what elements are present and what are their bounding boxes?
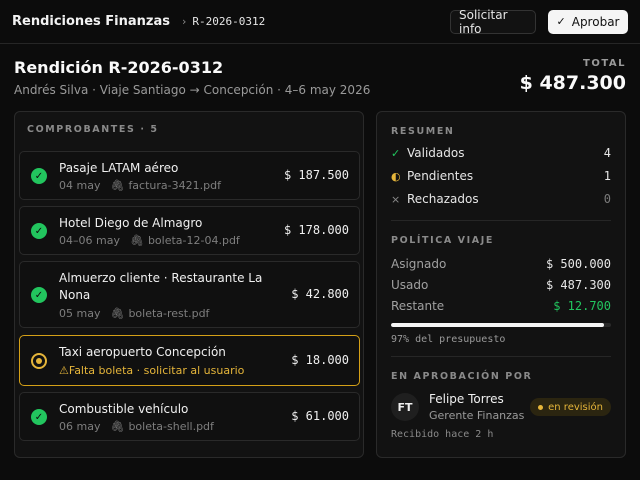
summary-pending-row: ◐ Pendientes 1 [391,169,611,183]
receipt-item[interactable]: ✓ Almuerzo cliente · Restaurante La Nona… [19,261,360,328]
approval-section-label: EN APROBACIÓN POR [391,371,533,382]
receipt-date: 04 may [59,179,101,192]
breadcrumb-report-id[interactable]: R-2026-0312 [192,15,265,28]
check-icon: ✓ [391,146,401,160]
divider [391,356,611,357]
receipt-amount: $ 61.000 [291,409,349,423]
policy-section-label: POLÍTICA VIAJE [391,235,494,246]
pending-circle-icon [31,353,47,369]
app-title: Rendiciones Finanzas [12,14,170,29]
approve-button-label: Aprobar [571,14,620,29]
approver: FT Felipe Torres Gerente Finanzas en rev… [391,392,611,422]
budget-progress-bar [391,323,611,327]
receipt-warning: ⚠Falta boleta · solicitar al usuario [59,364,244,377]
approver-role: Gerente Finanzas [429,409,525,422]
warning-triangle-icon: ⚠ [59,364,69,377]
approve-button[interactable]: ✓ Aprobar [548,9,628,34]
remaining-label: Restante [391,299,445,313]
check-icon: ✓ [556,15,566,28]
top-bar: Rendiciones Finanzas › R-2026-0312 Solic… [0,0,640,44]
summary-section-label: RESUMEN [391,126,455,137]
receipt-meta: 06 may 🖇 boleta-shell.pdf [59,420,214,433]
report-subtitle: Andrés Silva · Viaje Santiago → Concepci… [14,83,371,97]
receipt-item[interactable]: ✓ Combustible vehículo 06 may 🖇 boleta-she… [19,392,360,441]
check-circle-icon: ✓ [31,168,47,184]
status-badge-label: en revisión [548,401,603,413]
used-label: Usado [391,278,429,292]
receipts-panel: COMPROBANTES · 5 ✓ Pasaje LATAM aéreo 04… [14,111,364,458]
half-circle-icon: ◐ [391,169,401,183]
receipt-name: Taxi aeropuerto Concepción [59,345,226,359]
receipt-name: Combustible vehículo [59,402,189,416]
check-circle-icon: ✓ [31,409,47,425]
assigned-value: $ 500.000 [545,257,611,271]
status-dot-icon [538,404,544,410]
budget-caption: 97% del presupuesto [391,334,506,345]
receipts-section-label: COMPROBANTES · 5 [27,124,159,135]
x-icon: × [391,192,401,206]
receipt-file-link[interactable]: boleta-shell.pdf [128,420,213,433]
remaining-value: $ 12.700 [553,299,611,313]
policy-used-row: Usado $ 487.300 [391,278,611,292]
summary-rejected-row: × Rechazados 0 [391,192,611,206]
validated-label: Validados [407,146,465,160]
policy-assigned-row: Asignado $ 500.000 [391,257,611,271]
receipt-amount: $ 187.500 [283,168,349,182]
missing-receipt-link[interactable]: Falta boleta · solicitar al usuario [69,364,245,377]
check-circle-icon: ✓ [31,223,47,239]
receipt-file-link[interactable]: boleta-rest.pdf [128,307,209,320]
receipt-meta: 04 may 🖇 factura-3421.pdf [59,179,221,192]
summary-panel: RESUMEN ✓ Validados 4 ◐ Pendientes 1 × R… [376,111,626,458]
receipt-date: 05 may [59,307,101,320]
divider [391,220,611,221]
avatar: FT [391,393,419,421]
approver-name: Felipe Torres [429,392,504,406]
report-total: TOTAL $ 487.300 [520,58,626,94]
receipt-item-pending[interactable]: Taxi aeropuerto Concepción ⚠Falta boleta… [19,335,360,386]
pending-count: 1 [603,169,611,183]
paperclip-icon: 🖇 [129,234,144,247]
receipt-item[interactable]: ✓ Pasaje LATAM aéreo 04 may 🖇 factura-3421… [19,151,360,200]
paperclip-icon: 🖇 [110,420,125,433]
breadcrumb-separator-icon: › [181,15,187,28]
assigned-label: Asignado [391,257,447,271]
budget-progress-fill [391,323,605,327]
receipt-file-link[interactable]: factura-3421.pdf [128,179,221,192]
receipt-name: Pasaje LATAM aéreo [59,161,179,175]
receipt-item[interactable]: ✓ Hotel Diego de Almagro 04–06 may 🖇 bolet… [19,206,360,255]
page-title: Rendición R-2026-0312 [14,58,224,77]
used-value: $ 487.300 [545,278,611,292]
paperclip-icon: 🖇 [110,179,125,192]
receipt-date: 04–06 may [59,234,120,247]
check-circle-icon: ✓ [31,287,47,303]
receipt-meta: 05 may 🖇 boleta-rest.pdf [59,307,209,320]
receipt-amount: $ 42.800 [291,287,349,301]
received-time: Recibido hace 2 h [391,429,494,440]
receipt-amount: $ 178.000 [283,223,349,237]
validated-count: 4 [603,146,611,160]
receipt-name: Almuerzo cliente · Restaurante La Nona [59,271,263,302]
receipt-amount: $ 18.000 [291,353,349,367]
summary-validated-row: ✓ Validados 4 [391,146,611,160]
rejected-label: Rechazados [407,192,479,206]
report-header: Rendición R-2026-0312 Andrés Silva · Via… [14,58,370,97]
rejected-count: 0 [603,192,611,206]
policy-remaining-row: Restante $ 12.700 [391,299,611,313]
total-label: TOTAL [583,58,626,69]
request-info-button[interactable]: Solicitar info [450,8,536,36]
pending-label: Pendientes [407,169,474,183]
receipt-file-link[interactable]: boleta-12-04.pdf [148,234,240,247]
status-badge: en revisión [530,398,611,416]
receipt-meta: 04–06 may 🖇 boleta-12-04.pdf [59,234,240,247]
paperclip-icon: 🖇 [110,307,125,320]
receipt-date: 06 may [59,420,101,433]
receipt-name: Hotel Diego de Almagro [59,216,203,230]
total-value: $ 487.300 [519,72,626,94]
